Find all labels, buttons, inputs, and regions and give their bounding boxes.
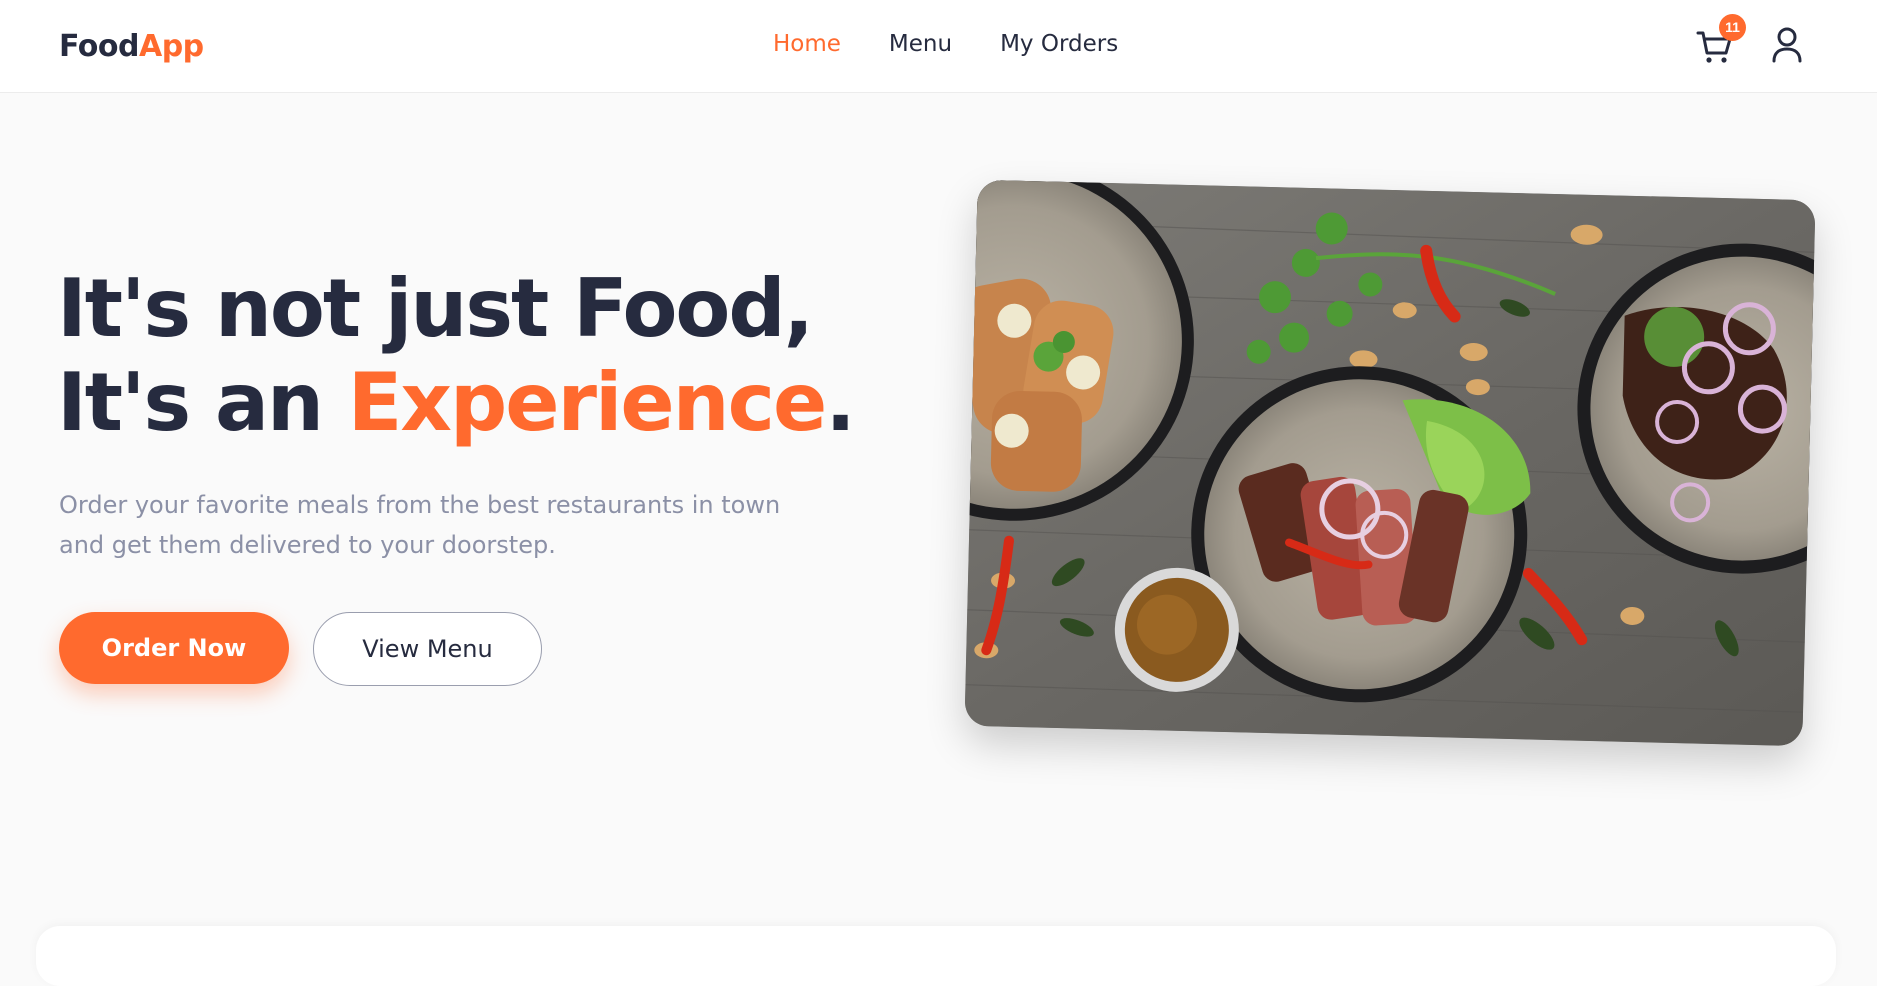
headline-line-1: It's not just Food, — [57, 262, 814, 355]
cart-count-badge: 11 — [1719, 14, 1746, 41]
user-icon — [1772, 27, 1802, 63]
nav-item-menu[interactable]: Menu — [889, 31, 952, 57]
brand-logo[interactable]: FoodApp — [59, 29, 204, 64]
hero-food-image — [964, 179, 1816, 747]
order-now-button[interactable]: Order Now — [59, 612, 289, 684]
hero-subtitle: Order your favorite meals from the best … — [59, 491, 781, 559]
hero-headline: It's not just Food, It's an Experience. — [57, 262, 856, 450]
main-nav: Home Menu My Orders — [773, 31, 1118, 57]
brand-name-part1: Food — [59, 29, 139, 64]
nav-item-home[interactable]: Home — [773, 31, 841, 57]
user-account-button[interactable] — [1770, 26, 1804, 64]
headline-accent-word: Experience — [347, 356, 828, 449]
view-menu-button[interactable]: View Menu — [313, 612, 542, 686]
nav-item-my-orders[interactable]: My Orders — [1000, 31, 1118, 57]
headline-line-2-prefix: It's an — [57, 356, 348, 449]
headline-line-2-suffix: . — [825, 356, 855, 449]
top-navbar: FoodApp Home Menu My Orders 11 — [0, 0, 1877, 93]
featured-section-card — [36, 926, 1836, 986]
brand-name-part2: App — [138, 29, 204, 64]
food-photo-illustration — [964, 179, 1816, 747]
